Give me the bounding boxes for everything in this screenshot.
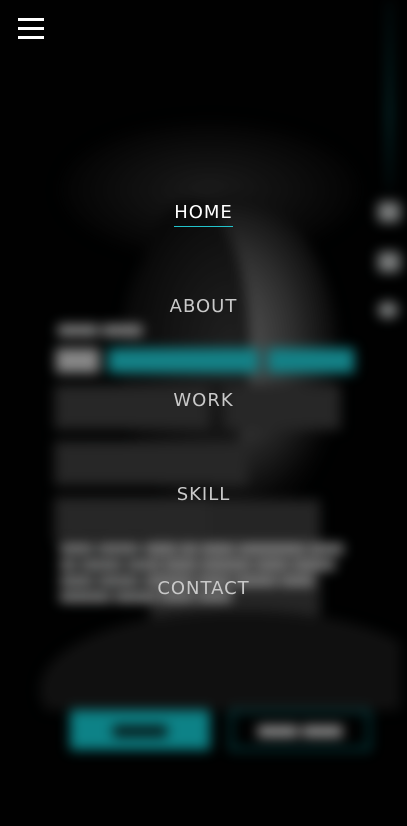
nav-item-about[interactable]: ABOUT (0, 296, 407, 320)
main-nav-menu: HOME ABOUT WORK SKILL CONTACT (0, 0, 407, 826)
nav-item-label: WORK (173, 390, 234, 411)
nav-item-label: SKILL (176, 484, 231, 505)
page: ▆▆▆▆ ▆▆▆▆ ▆▆ ▆▆▆▆▆▆▆ ▆▆▆▆ ▆▆▆▆ ▆▆▆ ▆▆▆▆▆… (0, 0, 407, 826)
nav-item-work[interactable]: WORK (0, 390, 407, 414)
nav-item-home[interactable]: HOME (0, 202, 407, 227)
nav-item-label: HOME (174, 202, 233, 227)
nav-item-label: ABOUT (169, 296, 238, 317)
nav-item-contact[interactable]: CONTACT (0, 578, 407, 602)
nav-item-skill[interactable]: SKILL (0, 484, 407, 508)
nav-item-label: CONTACT (157, 578, 250, 599)
